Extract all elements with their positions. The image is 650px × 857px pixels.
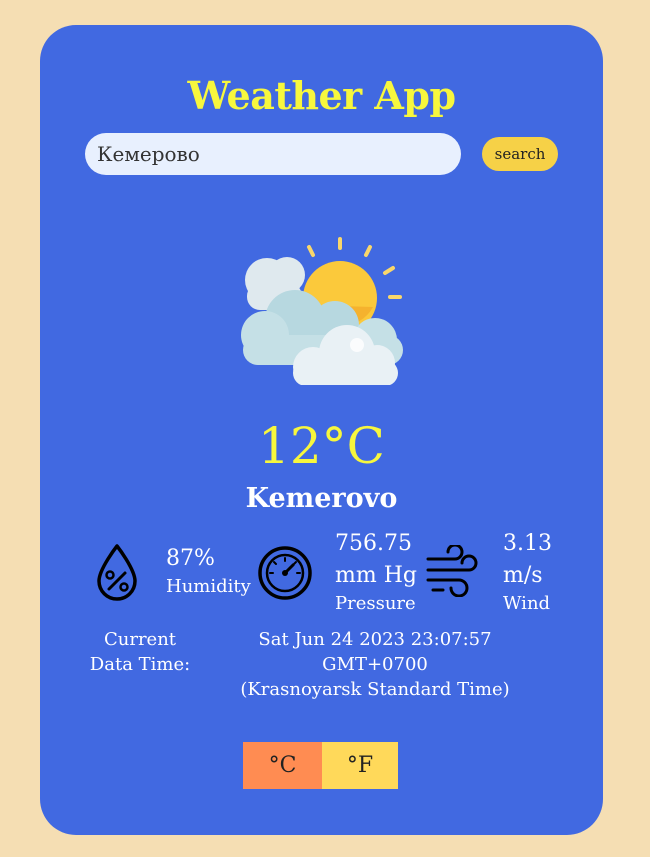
- pressure-value: 756.75: [335, 531, 412, 556]
- temperature: 12°C: [258, 417, 385, 475]
- humidity-drop-icon: [97, 544, 137, 601]
- datetime-value-line1: Sat Jun 24 2023 23:07:57 GMT+0700: [258, 629, 492, 675]
- pressure-gauge-icon: [258, 546, 312, 600]
- search-button[interactable]: search: [482, 137, 558, 171]
- datetime-label-line2: Data Time:: [89, 654, 191, 675]
- datetime-label: Current Data Time:: [80, 627, 200, 677]
- wind-value: 3.13: [503, 531, 552, 556]
- city-name: Kemerovo: [245, 483, 398, 514]
- datetime-label-line1: Current: [103, 629, 177, 650]
- pressure-unit: mm Hg: [335, 563, 417, 588]
- pressure-metric: 756.75 mm Hg Pressure: [335, 528, 417, 616]
- celsius-button[interactable]: °C: [243, 742, 322, 789]
- app-title: Weather App: [187, 73, 456, 118]
- pressure-label: Pressure: [335, 593, 416, 614]
- datetime-value-line2: (Krasnoyarsk Standard Time): [240, 679, 510, 700]
- humidity-value: 87%: [166, 546, 215, 571]
- humidity-label: Humidity: [166, 576, 251, 597]
- datetime-value: Sat Jun 24 2023 23:07:57 GMT+0700 (Krasn…: [205, 627, 545, 702]
- fahrenheit-button[interactable]: °F: [322, 742, 398, 789]
- humidity-metric: 87% Humidity: [166, 543, 251, 599]
- wind-icon: [426, 545, 478, 597]
- wind-unit: m/s: [503, 563, 543, 588]
- weather-card: Weather App search 12°C Kemerovo: [40, 25, 603, 835]
- wind-label: Wind: [503, 593, 551, 614]
- sun-behind-clouds-icon: [241, 237, 403, 385]
- wind-metric: 3.13 m/s Wind: [503, 528, 552, 616]
- city-search-input[interactable]: [85, 133, 461, 175]
